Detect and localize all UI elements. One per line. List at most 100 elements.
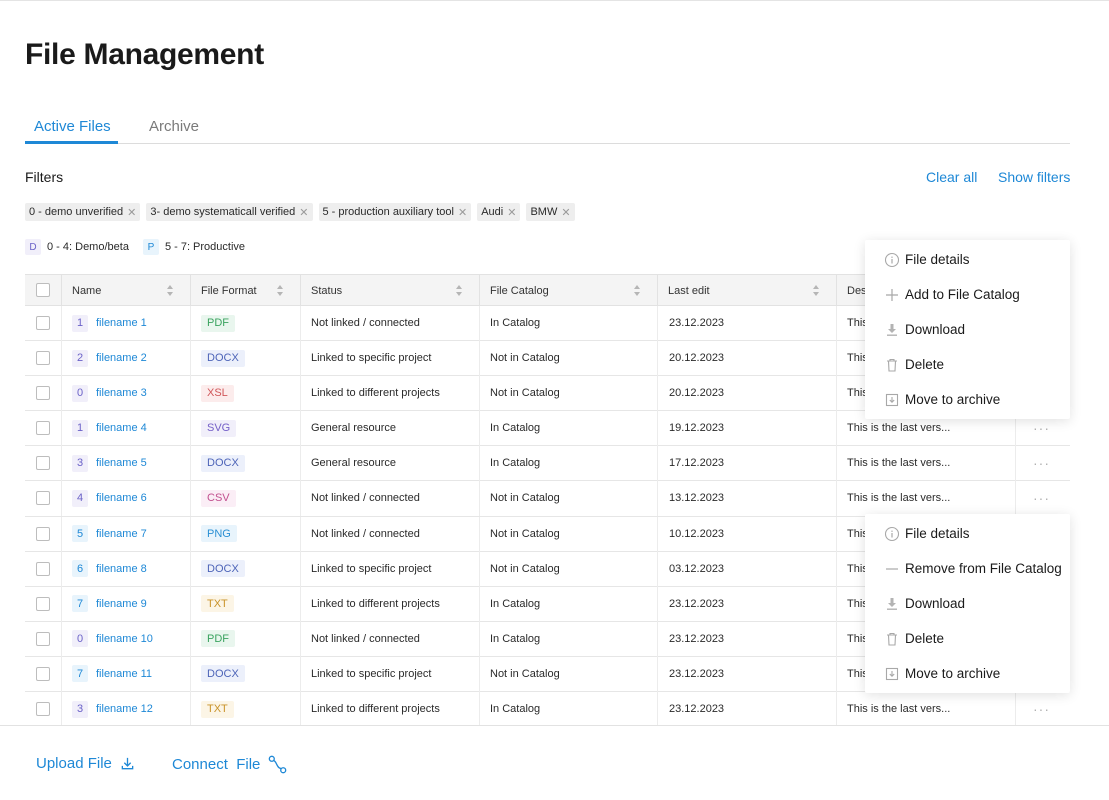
column-separator (190, 586, 191, 622)
menu-item-add-to-catalog[interactable]: Add to File Catalog (865, 277, 1070, 312)
show-filters-button[interactable]: Show filters (998, 169, 1070, 185)
filename-link[interactable]: filename 4 (96, 422, 147, 434)
filename-link[interactable]: filename 10 (96, 633, 153, 645)
menu-item-file-details[interactable]: File details (865, 516, 1070, 551)
column-separator (657, 481, 658, 517)
format-cell: DOCX (201, 341, 245, 375)
last-edit-cell: 20.12.2023 (669, 352, 725, 365)
upload-file-button[interactable]: Upload File (36, 755, 135, 772)
status-cell: Linked to different projects (311, 597, 440, 610)
filename-link[interactable]: filename 11 (96, 668, 152, 680)
filename-link[interactable]: filename 5 (96, 457, 147, 469)
menu-item-move-to-archive[interactable]: Move to archive (865, 656, 1070, 691)
format-cell: CSV (201, 481, 236, 515)
filename-link[interactable]: filename 9 (96, 598, 147, 610)
more-options-icon[interactable]: ··· (1033, 701, 1050, 717)
sort-icon[interactable] (166, 284, 174, 297)
description-cell: This is the last vers... (847, 703, 951, 716)
maturity-legend: D 0 - 4: Demo/beta P 5 - 7: Productive (25, 239, 259, 255)
connect-file-button[interactable]: Connect File (172, 755, 287, 774)
close-icon[interactable]: ✕ (458, 206, 467, 219)
column-separator (657, 306, 658, 341)
row-checkbox[interactable] (36, 386, 50, 401)
menu-item-label: Remove from File Catalog (905, 561, 1062, 576)
row-checkbox[interactable] (36, 631, 50, 646)
name-cell: 7 filename 9 (72, 587, 147, 621)
row-checkbox[interactable] (36, 526, 50, 541)
filename-link[interactable]: filename 7 (96, 528, 147, 540)
close-icon[interactable]: ✕ (299, 206, 308, 219)
column-header-description[interactable]: Des (847, 275, 867, 306)
catalog-cell: Not in Catalog (490, 667, 560, 680)
column-header-file-format[interactable]: File Format (201, 275, 257, 306)
maturity-badge: 6 (72, 560, 88, 578)
last-edit-cell: 19.12.2023 (669, 422, 725, 435)
name-cell: 7 filename 11 (72, 657, 152, 691)
filename-link[interactable]: filename 3 (96, 387, 147, 399)
catalog-cell: Not in Catalog (490, 562, 560, 575)
footer-bar: Upload File Connect File (0, 725, 1109, 800)
row-checkbox[interactable] (36, 421, 50, 436)
row-checkbox[interactable] (36, 491, 50, 506)
sort-icon[interactable] (633, 284, 641, 297)
column-separator (61, 586, 62, 622)
menu-item-delete[interactable]: Delete (865, 621, 1070, 656)
tab-archive[interactable]: Archive (149, 118, 199, 135)
sort-icon[interactable] (276, 284, 284, 297)
column-separator (300, 275, 301, 306)
row-checkbox[interactable] (36, 456, 50, 471)
more-options-icon[interactable]: ··· (1033, 455, 1050, 471)
description-cell: This is the last vers... (847, 492, 951, 505)
close-icon[interactable]: ✕ (561, 206, 570, 219)
column-separator (479, 446, 480, 482)
tab-bar: Active Files Archive (25, 110, 1070, 144)
column-header-file-catalog[interactable]: File Catalog (490, 275, 549, 306)
column-header-status[interactable]: Status (311, 275, 342, 306)
row-checkbox[interactable] (36, 702, 50, 717)
filename-link[interactable]: filename 1 (96, 317, 147, 329)
more-options-icon[interactable]: ··· (1033, 490, 1050, 506)
filename-link[interactable]: filename 8 (96, 563, 147, 575)
table-row[interactable]: 3 filename 5 DOCX General resource In Catalo… (25, 446, 1070, 482)
sort-icon[interactable] (812, 284, 820, 297)
row-checkbox[interactable] (36, 561, 50, 576)
row-checkbox[interactable] (36, 351, 50, 366)
sort-icon[interactable] (455, 284, 463, 297)
tab-active-files[interactable]: Active Files (34, 118, 111, 135)
filename-link[interactable]: filename 2 (96, 352, 147, 364)
column-separator (836, 621, 837, 657)
table-row[interactable]: 3 filename 12 TXT Linked to different proje… (25, 692, 1070, 728)
row-checkbox[interactable] (36, 316, 50, 330)
format-cell: PDF (201, 622, 235, 656)
format-cell: SVG (201, 411, 237, 445)
close-icon[interactable]: ✕ (507, 206, 516, 219)
name-cell: 5 filename 7 (72, 517, 147, 551)
filename-link[interactable]: filename 6 (96, 492, 147, 504)
menu-item-file-details[interactable]: File details (865, 242, 1070, 277)
row-actions-cell: ··· (1033, 481, 1050, 515)
column-separator (479, 516, 480, 552)
filename-link[interactable]: filename 12 (96, 703, 153, 715)
column-separator (479, 411, 480, 447)
row-checkbox[interactable] (36, 596, 50, 611)
column-header-last-edit[interactable]: Last edit (668, 275, 710, 306)
select-all-checkbox[interactable] (36, 283, 50, 297)
last-edit-cell: 23.12.2023 (669, 703, 725, 716)
column-separator (1015, 446, 1016, 482)
status-cell: Linked to specific project (311, 667, 432, 680)
close-icon[interactable]: ✕ (127, 206, 136, 219)
last-edit-cell: 23.12.2023 (669, 632, 725, 645)
more-options-icon[interactable]: ··· (1033, 420, 1050, 436)
menu-item-remove-from-catalog[interactable]: Remove from File Catalog (865, 551, 1070, 586)
menu-item-download[interactable]: Download (865, 586, 1070, 621)
clear-all-button[interactable]: Clear all (926, 169, 977, 185)
row-checkbox[interactable] (36, 666, 50, 681)
table-row[interactable]: 4 filename 6 CSV Not linked / connected Not … (25, 481, 1070, 517)
format-cell: TXT (201, 587, 234, 621)
menu-item-download[interactable]: Download (865, 312, 1070, 347)
menu-item-delete[interactable]: Delete (865, 347, 1070, 382)
menu-item-move-to-archive[interactable]: Move to archive (865, 382, 1070, 417)
column-header-name[interactable]: Name (72, 275, 101, 306)
menu-item-label: File details (905, 252, 970, 267)
column-separator (479, 692, 480, 728)
